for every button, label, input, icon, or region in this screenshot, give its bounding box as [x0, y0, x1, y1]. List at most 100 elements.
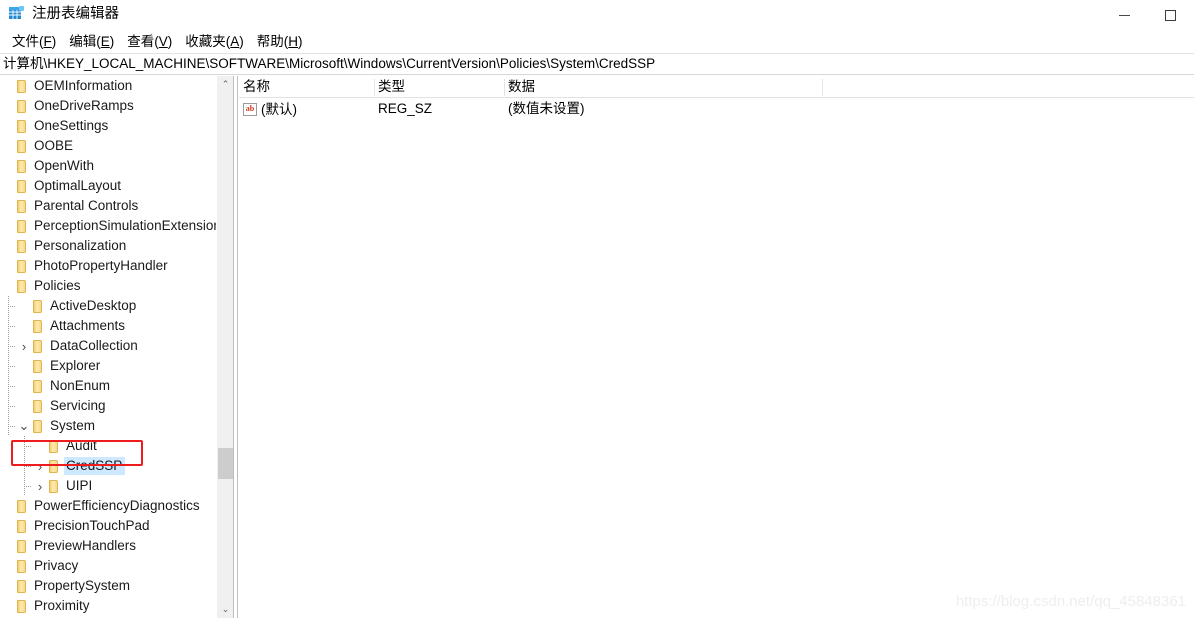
tree-item-datacollection[interactable]: › DataCollection: [0, 336, 216, 356]
title-bar: 注册表编辑器: [0, 0, 1194, 30]
column-header-name[interactable]: 名称: [239, 76, 270, 98]
tree-expander-placeholder: [0, 576, 16, 596]
tree-item-servicing[interactable]: Servicing: [0, 396, 216, 416]
tree-item-photopropertyhandler[interactable]: PhotoPropertyHandler: [0, 256, 216, 276]
tree-item-onedriveramps[interactable]: OneDriveRamps: [0, 96, 216, 116]
tree-item-explorer[interactable]: Explorer: [0, 356, 216, 376]
tree-expander-placeholder: [16, 376, 32, 396]
tree-item-optimallayout[interactable]: OptimalLayout: [0, 176, 216, 196]
chevron-down-icon[interactable]: ⌄: [16, 416, 32, 436]
tree-item-uipi[interactable]: › UIPI: [0, 476, 216, 496]
tree-item-label: Personalization: [34, 238, 127, 253]
folder-icon: [48, 436, 64, 456]
maximize-button[interactable]: [1148, 0, 1193, 30]
tree-indent-guide: [0, 316, 16, 336]
tree-item-label: OEMInformation: [34, 78, 133, 93]
menu-favorites-accel: A: [230, 33, 240, 49]
tree-expander-placeholder: [0, 256, 16, 276]
chevron-right-icon[interactable]: ›: [32, 456, 48, 476]
tree-item-parental-controls[interactable]: Parental Controls: [0, 196, 216, 216]
tree-connector-line: [0, 416, 16, 436]
tree-item-precisiontouchpad[interactable]: PrecisionTouchPad: [0, 516, 216, 536]
value-name-cell: ab (默认): [243, 98, 297, 120]
tree-item-credssp[interactable]: › CredSSP: [0, 456, 216, 476]
registry-values-pane[interactable]: 名称 类型 数据 ab (默认) REG_SZ (数值未设置): [239, 76, 1194, 618]
tree-expander-placeholder: [0, 496, 16, 516]
pane-splitter[interactable]: [233, 76, 238, 618]
menu-view[interactable]: 查看(V): [121, 31, 179, 52]
tree-item-onesettings[interactable]: OneSettings: [0, 116, 216, 136]
menu-edit[interactable]: 编辑(E): [63, 31, 121, 52]
maximize-icon: [1165, 9, 1176, 21]
tree-item-propertysystem[interactable]: PropertySystem: [0, 576, 216, 596]
tree-expander-placeholder: [0, 556, 16, 576]
tree-item-label: PerceptionSimulationExtension: [34, 218, 216, 233]
tree-indent-guide: [0, 396, 16, 416]
scrollbar-thumb[interactable]: [218, 448, 233, 479]
menu-help[interactable]: 帮助(H): [251, 31, 310, 52]
folder-icon: [32, 376, 48, 396]
menu-file[interactable]: 文件(F): [6, 31, 63, 52]
tree-expander-placeholder: [0, 196, 16, 216]
tree-item-audit[interactable]: Audit: [0, 436, 216, 456]
folder-icon: [32, 316, 48, 336]
scroll-up-icon[interactable]: ⌃: [217, 76, 234, 93]
tree-item-privacy[interactable]: Privacy: [0, 556, 216, 576]
tree-connector-line: [16, 456, 32, 476]
tree-item-oeminformation[interactable]: OEMInformation: [0, 76, 216, 96]
menu-edit-label: 编辑: [69, 33, 97, 49]
tree-indent-guide: [0, 416, 16, 436]
tree-expander-placeholder: [0, 76, 16, 96]
tree-connector-line: [0, 356, 16, 376]
folder-icon: [32, 356, 48, 376]
folder-icon: [16, 496, 32, 516]
column-divider-3[interactable]: [822, 79, 823, 96]
folder-icon: [16, 76, 32, 96]
menu-file-label: 文件: [12, 33, 39, 49]
value-name-text: (默认): [261, 101, 297, 117]
tree-expander-placeholder: [0, 116, 16, 136]
table-row[interactable]: ab (默认) REG_SZ (数值未设置): [239, 98, 1194, 120]
tree-expander-placeholder: [0, 136, 16, 156]
value-data-cell: (数值未设置): [508, 101, 585, 116]
tree-item-personalization[interactable]: Personalization: [0, 236, 216, 256]
tree-indent-guide: [16, 456, 32, 476]
menu-view-accel: V: [158, 33, 168, 49]
tree-item-system[interactable]: ⌄ System: [0, 416, 216, 436]
folder-icon: [16, 176, 32, 196]
menu-favorites[interactable]: 收藏夹(A): [179, 31, 251, 52]
tree-expander-placeholder: [16, 296, 32, 316]
tree-indent-guide: [0, 476, 16, 496]
tree-item-nonenum[interactable]: NonEnum: [0, 376, 216, 396]
folder-icon: [16, 516, 32, 536]
registry-path: 计算机\HKEY_LOCAL_MACHINE\SOFTWARE\Microsof…: [3, 56, 656, 71]
tree-item-oobe[interactable]: OOBE: [0, 136, 216, 156]
column-header-type[interactable]: 类型: [374, 76, 405, 98]
tree-item-label: PropertySystem: [34, 578, 131, 593]
tree-item-openwith[interactable]: OpenWith: [0, 156, 216, 176]
chevron-right-icon[interactable]: ›: [16, 336, 32, 356]
tree-item-label: PreviewHandlers: [34, 538, 137, 553]
tree-item-label: Audit: [66, 438, 97, 453]
folder-icon: [48, 476, 64, 496]
tree-item-activedesktop[interactable]: ActiveDesktop: [0, 296, 216, 316]
tree-expander-placeholder: [32, 436, 48, 456]
tree-expander-placeholder: [0, 156, 16, 176]
tree-item-attachments[interactable]: Attachments: [0, 316, 216, 336]
address-bar[interactable]: 计算机\HKEY_LOCAL_MACHINE\SOFTWARE\Microsof…: [0, 53, 1194, 75]
scroll-down-icon[interactable]: ⌄: [217, 601, 234, 618]
tree-item-policies[interactable]: Policies: [0, 276, 216, 296]
tree-item-proximity[interactable]: Proximity: [0, 596, 216, 616]
chevron-right-icon[interactable]: ›: [32, 476, 48, 496]
tree-item-label: OpenWith: [34, 158, 95, 173]
tree-item-powerefficiencydiagnostics[interactable]: PowerEfficiencyDiagnostics: [0, 496, 216, 516]
window-title: 注册表编辑器: [32, 6, 119, 22]
tree-item-previewhandlers[interactable]: PreviewHandlers: [0, 536, 216, 556]
folder-icon: [16, 196, 32, 216]
tree-scrollbar[interactable]: ⌃ ⌄: [216, 76, 233, 618]
tree-item-perceptionsimulationextension[interactable]: PerceptionSimulationExtension: [0, 216, 216, 236]
registry-tree-pane[interactable]: OEMInformation OneDriveRamps OneSettings OO…: [0, 76, 216, 618]
minimize-button[interactable]: [1102, 0, 1147, 30]
tree-indent-guide: [0, 436, 16, 456]
column-header-data[interactable]: 数据: [504, 76, 535, 98]
